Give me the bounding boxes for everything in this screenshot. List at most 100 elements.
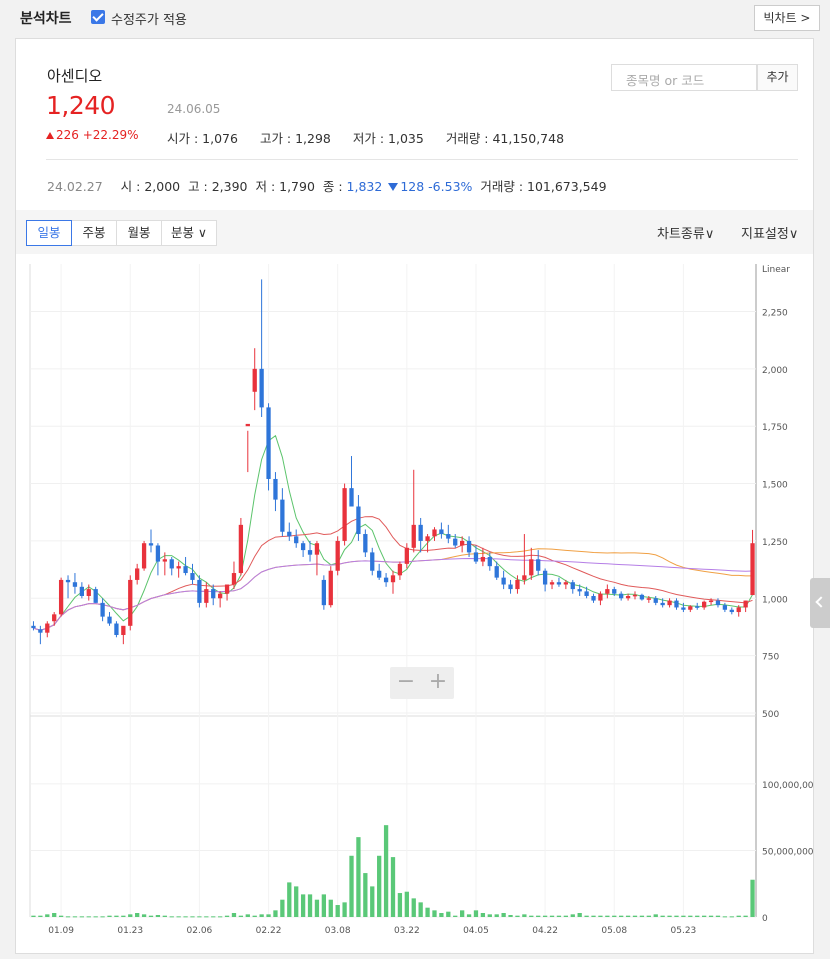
volume-bar bbox=[231, 913, 237, 917]
side-panel-toggle[interactable] bbox=[810, 578, 830, 628]
volume-bar bbox=[695, 915, 700, 917]
candle-body bbox=[307, 550, 313, 555]
volume-bar bbox=[515, 915, 520, 917]
volume-bar bbox=[473, 910, 479, 917]
candle-body bbox=[72, 582, 78, 587]
volume-bar bbox=[65, 916, 71, 918]
volume-bar bbox=[466, 914, 472, 917]
volume-bar bbox=[418, 902, 423, 917]
hover-close-value: 1,832 bbox=[346, 179, 383, 194]
candle-body bbox=[38, 629, 43, 633]
date-tick-label: 01.23 bbox=[117, 926, 143, 936]
date-tick-label: 04.22 bbox=[532, 926, 558, 936]
volume-bar bbox=[736, 915, 741, 917]
tab-daily[interactable]: 일봉 bbox=[26, 220, 72, 246]
stock-chart[interactable]: Linear 2,250 2,000 1,750 1,500 1,250 1,000 750 5… bbox=[16, 254, 813, 954]
volume-bar bbox=[432, 910, 437, 917]
adjusted-price-label[interactable]: 수정주가 적용 bbox=[111, 9, 187, 28]
adjusted-price-checkbox[interactable] bbox=[91, 10, 105, 24]
zoom-controls: − + bbox=[390, 667, 454, 699]
volume-bar bbox=[162, 915, 167, 917]
candle-body bbox=[750, 543, 755, 596]
candle-body bbox=[591, 595, 596, 601]
candle-body bbox=[321, 579, 327, 606]
volume-bar bbox=[383, 825, 389, 917]
candle-body bbox=[653, 598, 658, 603]
volume-bar bbox=[390, 857, 396, 917]
candle-body bbox=[570, 582, 575, 590]
candle-body bbox=[632, 594, 638, 597]
volume-bar bbox=[211, 916, 216, 918]
volume-bar bbox=[314, 899, 320, 917]
chart-type-menu[interactable]: 차트종류∨ bbox=[657, 223, 714, 242]
volume-bar bbox=[639, 915, 645, 917]
volume-bar bbox=[605, 915, 610, 917]
candle-body bbox=[701, 601, 707, 608]
candle-body bbox=[515, 579, 520, 590]
volume-bar bbox=[204, 916, 209, 918]
candle-body bbox=[584, 591, 589, 596]
candle-body bbox=[542, 570, 548, 585]
volume-bar bbox=[425, 907, 430, 917]
volume-bar bbox=[619, 915, 624, 917]
volume-bar bbox=[52, 913, 57, 917]
volume-bar bbox=[625, 915, 631, 917]
big-chart-button[interactable]: 빅차트 > bbox=[754, 5, 820, 31]
candle-body bbox=[356, 506, 361, 535]
tab-weekly[interactable]: 주봉 bbox=[72, 220, 117, 246]
volume-bar bbox=[280, 899, 285, 917]
volume-bar bbox=[141, 914, 147, 917]
candle-body bbox=[197, 579, 202, 603]
header-divider bbox=[46, 159, 798, 160]
tab-monthly[interactable]: 월봉 bbox=[117, 220, 162, 246]
scale-label: Linear bbox=[762, 265, 790, 275]
volume-bar bbox=[453, 915, 458, 917]
candle-body bbox=[432, 529, 437, 537]
candle-body bbox=[605, 589, 610, 594]
volume-bar bbox=[135, 913, 140, 917]
candle-body bbox=[377, 570, 382, 578]
volume-bar bbox=[342, 902, 347, 917]
volume-bar bbox=[377, 855, 382, 917]
price-tick-label: 2,250 bbox=[762, 308, 788, 318]
hover-close-label: 종 : bbox=[322, 179, 343, 194]
volume-bar bbox=[190, 916, 195, 918]
candle-body bbox=[190, 573, 195, 580]
low-price: 저가 : 1,035 bbox=[352, 131, 424, 146]
candle-body bbox=[743, 600, 748, 608]
volume-bar bbox=[494, 914, 499, 917]
volume-bar bbox=[72, 916, 78, 918]
zoom-out-button[interactable]: − bbox=[390, 669, 422, 695]
candle-body bbox=[729, 609, 734, 613]
candle-body bbox=[314, 543, 320, 555]
volume-bar bbox=[487, 914, 492, 917]
hover-change: 128 -6.53% bbox=[400, 179, 473, 194]
candle-body bbox=[141, 543, 147, 569]
volume-bar bbox=[743, 915, 748, 917]
volume-bar bbox=[715, 915, 721, 917]
candle-body bbox=[612, 589, 617, 594]
candle-body bbox=[529, 559, 534, 576]
volume-bar bbox=[729, 916, 734, 918]
candle-body bbox=[79, 586, 85, 596]
zoom-in-button[interactable]: + bbox=[422, 669, 454, 695]
volume-bar bbox=[363, 873, 368, 917]
candle-body bbox=[107, 616, 112, 624]
price-change: 226 +22.29% bbox=[46, 128, 139, 142]
current-price: 1,240 bbox=[46, 91, 116, 120]
add-stock-button[interactable]: 추가 bbox=[757, 64, 798, 91]
volume-bar bbox=[273, 910, 278, 917]
indicator-settings-menu[interactable]: 지표설정∨ bbox=[741, 223, 798, 242]
candle-body bbox=[266, 407, 271, 479]
date-tick-label: 02.22 bbox=[256, 926, 282, 936]
tab-minute[interactable]: 분봉 ∨ bbox=[162, 220, 217, 246]
candle-body bbox=[259, 368, 264, 408]
volume-bar bbox=[459, 910, 465, 917]
date-tick-label: 02.06 bbox=[187, 926, 213, 936]
candle-body bbox=[238, 524, 244, 574]
candle-body bbox=[501, 577, 506, 585]
volume-tick-label: 50,000,000 bbox=[762, 847, 813, 857]
stock-search-input[interactable]: 종목명 or 코드 bbox=[611, 64, 757, 91]
volume-bar bbox=[58, 915, 64, 917]
candle-body bbox=[328, 570, 333, 606]
